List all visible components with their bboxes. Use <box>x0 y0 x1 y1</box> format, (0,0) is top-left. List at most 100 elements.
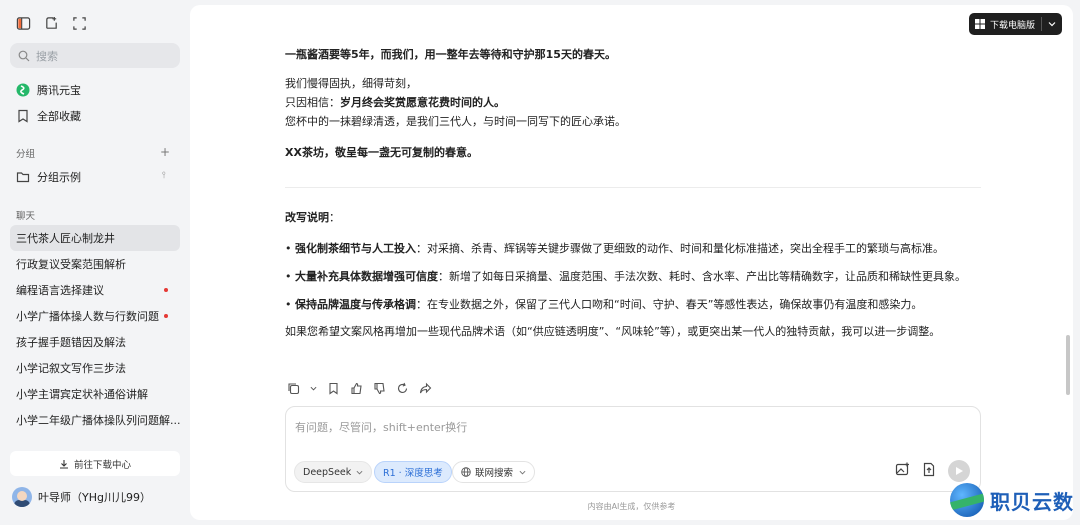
chevron-down-icon[interactable] <box>310 385 317 392</box>
group-section-label: 分组 <box>16 149 36 160</box>
sidebar: 搜索 腾讯元宝 全部收藏 分组 + 分组示例 ⫯ 聊天 三代茶人匠心制龙井 行政… <box>0 0 190 525</box>
chat-item-label: 三代茶人匠心制龙井 <box>16 232 115 245</box>
chat-input-box[interactable]: 有问题，尽管问，shift+enter换行 DeepSeek R1 · 深度思考… <box>285 406 981 492</box>
message-text: 只因相信： <box>285 96 340 109</box>
chevron-down-icon[interactable] <box>1048 20 1056 28</box>
chat-item[interactable]: 编程语言选择建议 <box>10 277 180 303</box>
divider <box>1041 17 1042 31</box>
assistant-message: 一瓶酱酒要等5年，而我们，用一整年去等待和守护那15天的春天。 我们慢得固执，细… <box>285 45 985 341</box>
notes-heading: 改写说明： <box>285 208 985 227</box>
nav-favorites-label: 全部收藏 <box>37 110 81 123</box>
notes-colon: ： <box>329 211 340 224</box>
web-search-toggle[interactable]: 联网搜索 <box>452 461 536 483</box>
sidebar-top-icons <box>16 16 88 32</box>
search-placeholder: 搜索 <box>36 49 58 63</box>
globe-logo-icon <box>950 483 984 517</box>
regenerate-icon[interactable] <box>396 382 409 395</box>
main-panel: 下载电脑版 一瓶酱酒要等5年，而我们，用一整年去等待和守护那15天的春天。 我们… <box>190 5 1073 520</box>
share-icon[interactable] <box>419 382 432 395</box>
deep-think-label: R1 · 深度思考 <box>383 468 443 479</box>
chat-item-label: 小学二年级广播体操队列问题解... <box>16 414 180 427</box>
download-desktop-button[interactable]: 下载电脑版 <box>968 13 1062 35</box>
bookmark-icon <box>18 109 28 123</box>
chat-item-label: 孩子握手题错因及解法 <box>16 336 126 349</box>
list-item: 保持品牌温度与传承格调：在专业数据之外，保留了三代人口吻和“时间、守护、春天”等… <box>285 295 985 314</box>
message-bold-text: 岁月终会奖赏愿意花费时间的人。 <box>340 96 505 109</box>
chevron-down-icon <box>356 470 363 474</box>
bullet-title: 大量补充具体数据增强可信度 <box>295 270 438 283</box>
list-item: 大量补充具体数据增强可信度：新增了如每日采摘量、温度范围、手法次数、耗时、含水率… <box>285 267 985 286</box>
bullet-title: 强化制茶细节与人工投入 <box>295 242 416 255</box>
thumbs-down-icon[interactable] <box>373 382 386 395</box>
web-search-label: 联网搜索 <box>475 468 514 479</box>
send-button[interactable] <box>948 460 970 482</box>
nav-favorites[interactable]: 全部收藏 <box>16 108 81 124</box>
chat-item[interactable]: 小学广播体操人数与行数问题 <box>10 303 180 329</box>
pin-icon[interactable]: ⫯ <box>162 171 166 181</box>
message-line: 您杯中的一抹碧绿清透，是我们三代人，与时间一同写下的匠心承诺。 <box>285 115 626 128</box>
globe-icon <box>461 467 471 477</box>
chat-item-label: 小学主谓宾定状补通俗讲解 <box>16 388 148 401</box>
nav-yuanbao-label: 腾讯元宝 <box>37 84 81 97</box>
avatar <box>12 487 32 507</box>
fullscreen-icon[interactable] <box>72 16 88 32</box>
watermark-text: 职贝云数 <box>990 489 1074 514</box>
bullet-text: ：新增了如每日采摘量、温度范围、手法次数、耗时、含水率、产出比等精确数字，让品质… <box>438 270 966 283</box>
folder-icon <box>16 172 30 183</box>
message-line: XX茶坊，敬呈每一盏无可复制的春意。 <box>285 146 478 159</box>
bullet-text: ：在专业数据之外，保留了三代人口吻和“时间、守护、春天”等感性表达，确保故事仍有… <box>416 298 923 311</box>
chevron-down-icon <box>519 470 526 474</box>
image-upload-icon[interactable] <box>895 462 910 481</box>
chat-item[interactable]: 小学记叙文写作三步法 <box>10 355 180 381</box>
bullet-title: 保持品牌温度与传承格调 <box>295 298 416 311</box>
model-select[interactable]: DeepSeek <box>294 461 373 483</box>
download-icon <box>59 459 68 469</box>
chat-item-label: 小学记叙文写作三步法 <box>16 362 126 375</box>
chat-item[interactable]: 孩子握手题错因及解法 <box>10 329 180 355</box>
message-line: 我们慢得固执，细得苛刻， <box>285 77 417 90</box>
chat-section-label: 聊天 <box>16 211 36 222</box>
download-center-button[interactable]: 前往下载中心 <box>10 451 180 476</box>
content-divider <box>285 187 981 188</box>
message-line: 只因相信：岁月终会奖赏愿意花费时间的人。 <box>285 93 985 112</box>
copy-icon[interactable] <box>287 382 300 395</box>
sidebar-toggle-icon[interactable] <box>16 16 32 32</box>
bullet-text: ：对采摘、杀青、辉锅等关键步骤做了更细致的动作、时间和量化标准描述，突出全程手工… <box>416 242 944 255</box>
search-icon <box>18 50 30 61</box>
scrollbar[interactable] <box>1066 335 1070 395</box>
chat-list: 三代茶人匠心制龙井 行政复议受案范围解析 编程语言选择建议 小学广播体操人数与行… <box>10 225 180 433</box>
group-item[interactable]: 分组示例 <box>16 169 81 185</box>
download-center-label: 前往下载中心 <box>73 459 131 471</box>
deep-think-toggle[interactable]: R1 · 深度思考 <box>374 461 452 483</box>
input-tools <box>895 460 970 482</box>
unread-dot <box>164 314 168 318</box>
chat-item[interactable]: 三代茶人匠心制龙井 <box>10 225 180 251</box>
model-label: DeepSeek <box>303 466 352 478</box>
new-chat-icon[interactable] <box>44 16 60 32</box>
group-item-label: 分组示例 <box>37 171 81 184</box>
chat-item[interactable]: 小学主谓宾定状补通俗讲解 <box>10 381 180 407</box>
chat-input-placeholder[interactable]: 有问题，尽管问，shift+enter换行 <box>295 419 467 435</box>
chat-item-label: 编程语言选择建议 <box>16 284 104 297</box>
list-item: 强化制茶细节与人工投入：对采摘、杀青、辉锅等关键步骤做了更细致的动作、时间和量化… <box>285 239 985 258</box>
thumbs-up-icon[interactable] <box>350 382 363 395</box>
watermark-logo: 职贝云数 <box>950 483 1074 517</box>
windows-icon <box>974 19 985 29</box>
add-group-icon[interactable]: + <box>160 145 170 159</box>
bookmark-icon[interactable] <box>327 382 340 395</box>
chat-item-label: 行政复议受案范围解析 <box>16 258 126 271</box>
file-upload-icon[interactable] <box>922 462 936 481</box>
chat-item-label: 小学广播体操人数与行数问题 <box>16 310 159 323</box>
user-name: 叶导师（YHg川儿99） <box>38 491 151 504</box>
message-actions <box>287 382 432 395</box>
download-desktop-label: 下载电脑版 <box>989 20 1035 31</box>
search-input[interactable]: 搜索 <box>10 43 180 68</box>
notes-title: 改写说明 <box>285 211 329 224</box>
chat-item[interactable]: 行政复议受案范围解析 <box>10 251 180 277</box>
send-icon <box>956 467 963 475</box>
message-line: 一瓶酱酒要等5年，而我们，用一整年去等待和守护那15天的春天。 <box>285 48 616 61</box>
user-profile[interactable]: 叶导师（YHg川儿99） <box>12 487 151 507</box>
chat-item[interactable]: 小学二年级广播体操队列问题解... <box>10 407 180 433</box>
nav-yuanbao[interactable]: 腾讯元宝 <box>16 82 81 98</box>
yuanbao-logo-icon <box>16 83 30 97</box>
